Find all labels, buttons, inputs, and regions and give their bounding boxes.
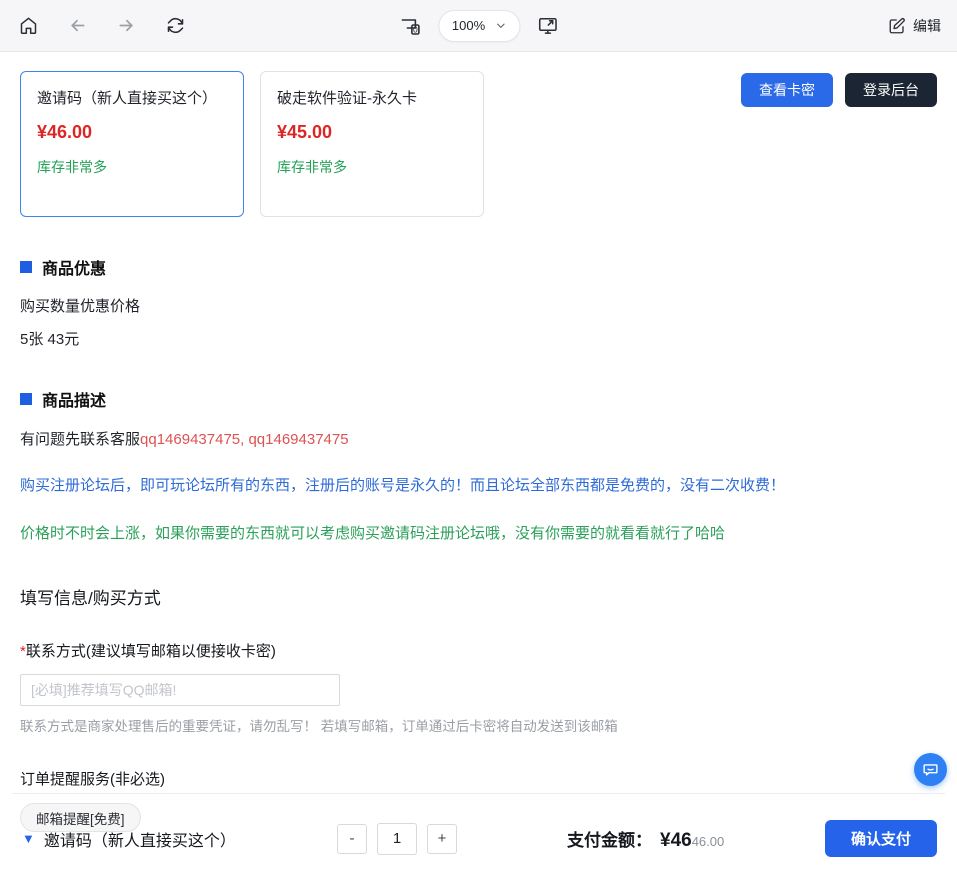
edit-pencil-icon bbox=[888, 17, 906, 35]
selected-product-dropdown[interactable]: ▼ 邀请码（新人直接买这个） bbox=[22, 827, 337, 851]
browser-toolbar: 0 100% 编辑 bbox=[0, 0, 957, 52]
open-external-display-button[interactable] bbox=[534, 12, 561, 39]
quantity-stepper: - + bbox=[337, 823, 457, 855]
zoom-level-value: 100% bbox=[452, 18, 485, 33]
payment-total-decimal: 46.00 bbox=[692, 834, 725, 849]
devices-count-icon: 0 bbox=[398, 14, 422, 38]
blue-square-bullet-icon bbox=[20, 261, 32, 273]
payment-total-amount: ¥46 bbox=[660, 830, 692, 852]
main-content: 邀请码（新人直接买这个） ¥46.00 库存非常多 破走软件验证-永久卡 ¥45… bbox=[0, 71, 957, 832]
forward-button[interactable] bbox=[114, 13, 139, 38]
external-display-icon bbox=[536, 14, 559, 37]
page: 0 100% 编辑 邀请码（新人直接买这个） ¥46.00 库存非常多 bbox=[0, 0, 957, 890]
contact-field-label-text: 联系方式(建议填写邮箱以便接收卡密) bbox=[26, 643, 276, 660]
quantity-decrease-button[interactable]: - bbox=[337, 824, 367, 854]
back-arrow-icon bbox=[67, 15, 88, 36]
chevron-down-icon bbox=[495, 20, 506, 31]
promo-line-bulk-price: 5张 43元 bbox=[20, 328, 937, 349]
home-icon bbox=[18, 15, 39, 36]
edit-button[interactable]: 编辑 bbox=[888, 16, 941, 36]
selected-product-name: 邀请码（新人直接买这个） bbox=[44, 827, 236, 851]
product-name: 邀请码（新人直接买这个） bbox=[37, 87, 227, 112]
toolbar-left bbox=[16, 13, 188, 38]
refresh-button[interactable] bbox=[163, 13, 188, 38]
payment-total: 支付金额： ¥46 46.00 bbox=[567, 826, 724, 852]
description-section-title: 商品描述 bbox=[42, 387, 106, 411]
promo-section-title: 商品优惠 bbox=[42, 255, 106, 279]
contact-input[interactable] bbox=[20, 674, 340, 706]
product-cards-row: 邀请码（新人直接买这个） ¥46.00 库存非常多 破走软件验证-永久卡 ¥45… bbox=[20, 71, 937, 217]
promo-section-header: 商品优惠 bbox=[20, 255, 937, 279]
product-card-invite-code[interactable]: 邀请码（新人直接买这个） ¥46.00 库存非常多 bbox=[20, 71, 244, 217]
contact-help-text: 联系方式是商家处理售后的重要凭证，请勿乱写！ 若填写邮箱，订单通过后卡密将自动发… bbox=[20, 715, 937, 735]
promo-line-quantity-discount: 购买数量优惠价格 bbox=[20, 295, 937, 316]
purchase-footer-bar: ▼ 邀请码（新人直接买这个） - + 支付金额： ¥46 46.00 确认支付 bbox=[12, 793, 945, 857]
product-stock: 库存非常多 bbox=[277, 157, 467, 177]
payment-total-label: 支付金额： bbox=[567, 826, 652, 851]
quantity-increase-button[interactable]: + bbox=[427, 824, 457, 854]
product-name: 破走软件验证-永久卡 bbox=[277, 87, 467, 112]
description-section-header: 商品描述 bbox=[20, 387, 937, 411]
reminder-service-label: 订单提醒服务(非必选) bbox=[20, 768, 937, 789]
home-button[interactable] bbox=[16, 13, 41, 38]
refresh-icon bbox=[165, 15, 186, 36]
svg-text:0: 0 bbox=[413, 24, 418, 34]
product-price: ¥45.00 bbox=[277, 122, 467, 143]
forward-arrow-icon bbox=[116, 15, 137, 36]
contact-prefix-text: 有问题先联系客服 bbox=[20, 431, 140, 448]
chat-bubble-icon bbox=[922, 761, 939, 778]
device-emulation-button[interactable]: 0 bbox=[396, 12, 424, 40]
description-price-notice-line: 价格时不时会上涨，如果你需要的东西就可以考虑购买邀请码注册论坛哦，没有你需要的就… bbox=[20, 522, 937, 543]
login-admin-button[interactable]: 登录后台 bbox=[845, 73, 937, 107]
view-card-secret-button[interactable]: 查看卡密 bbox=[741, 73, 833, 107]
zoom-level-dropdown[interactable]: 100% bbox=[438, 10, 520, 42]
toolbar-center: 0 100% bbox=[396, 10, 561, 42]
contact-qq-numbers: qq1469437475, qq1469437475 bbox=[140, 431, 349, 448]
blue-square-bullet-icon bbox=[20, 393, 32, 405]
contact-field-label: *联系方式(建议填写邮箱以便接收卡密) bbox=[20, 640, 937, 661]
description-contact-line: 有问题先联系客服qq1469437475, qq1469437475 bbox=[20, 428, 937, 449]
quantity-input[interactable] bbox=[377, 823, 417, 855]
edit-button-label: 编辑 bbox=[913, 16, 941, 36]
dropdown-triangle-icon: ▼ bbox=[22, 832, 35, 845]
back-button[interactable] bbox=[65, 13, 90, 38]
product-stock: 库存非常多 bbox=[37, 157, 227, 177]
product-price: ¥46.00 bbox=[37, 122, 227, 143]
form-section-heading: 填写信息/购买方式 bbox=[20, 584, 937, 609]
description-forum-benefit-line: 购买注册论坛后，即可玩论坛所有的东西，注册后的账号是永久的！而且论坛全部东西都是… bbox=[20, 474, 937, 495]
customer-service-chat-button[interactable] bbox=[914, 753, 947, 786]
confirm-pay-button[interactable]: 确认支付 bbox=[825, 820, 937, 857]
top-action-buttons: 查看卡密 登录后台 bbox=[741, 73, 937, 107]
product-card-software-license[interactable]: 破走软件验证-永久卡 ¥45.00 库存非常多 bbox=[260, 71, 484, 217]
